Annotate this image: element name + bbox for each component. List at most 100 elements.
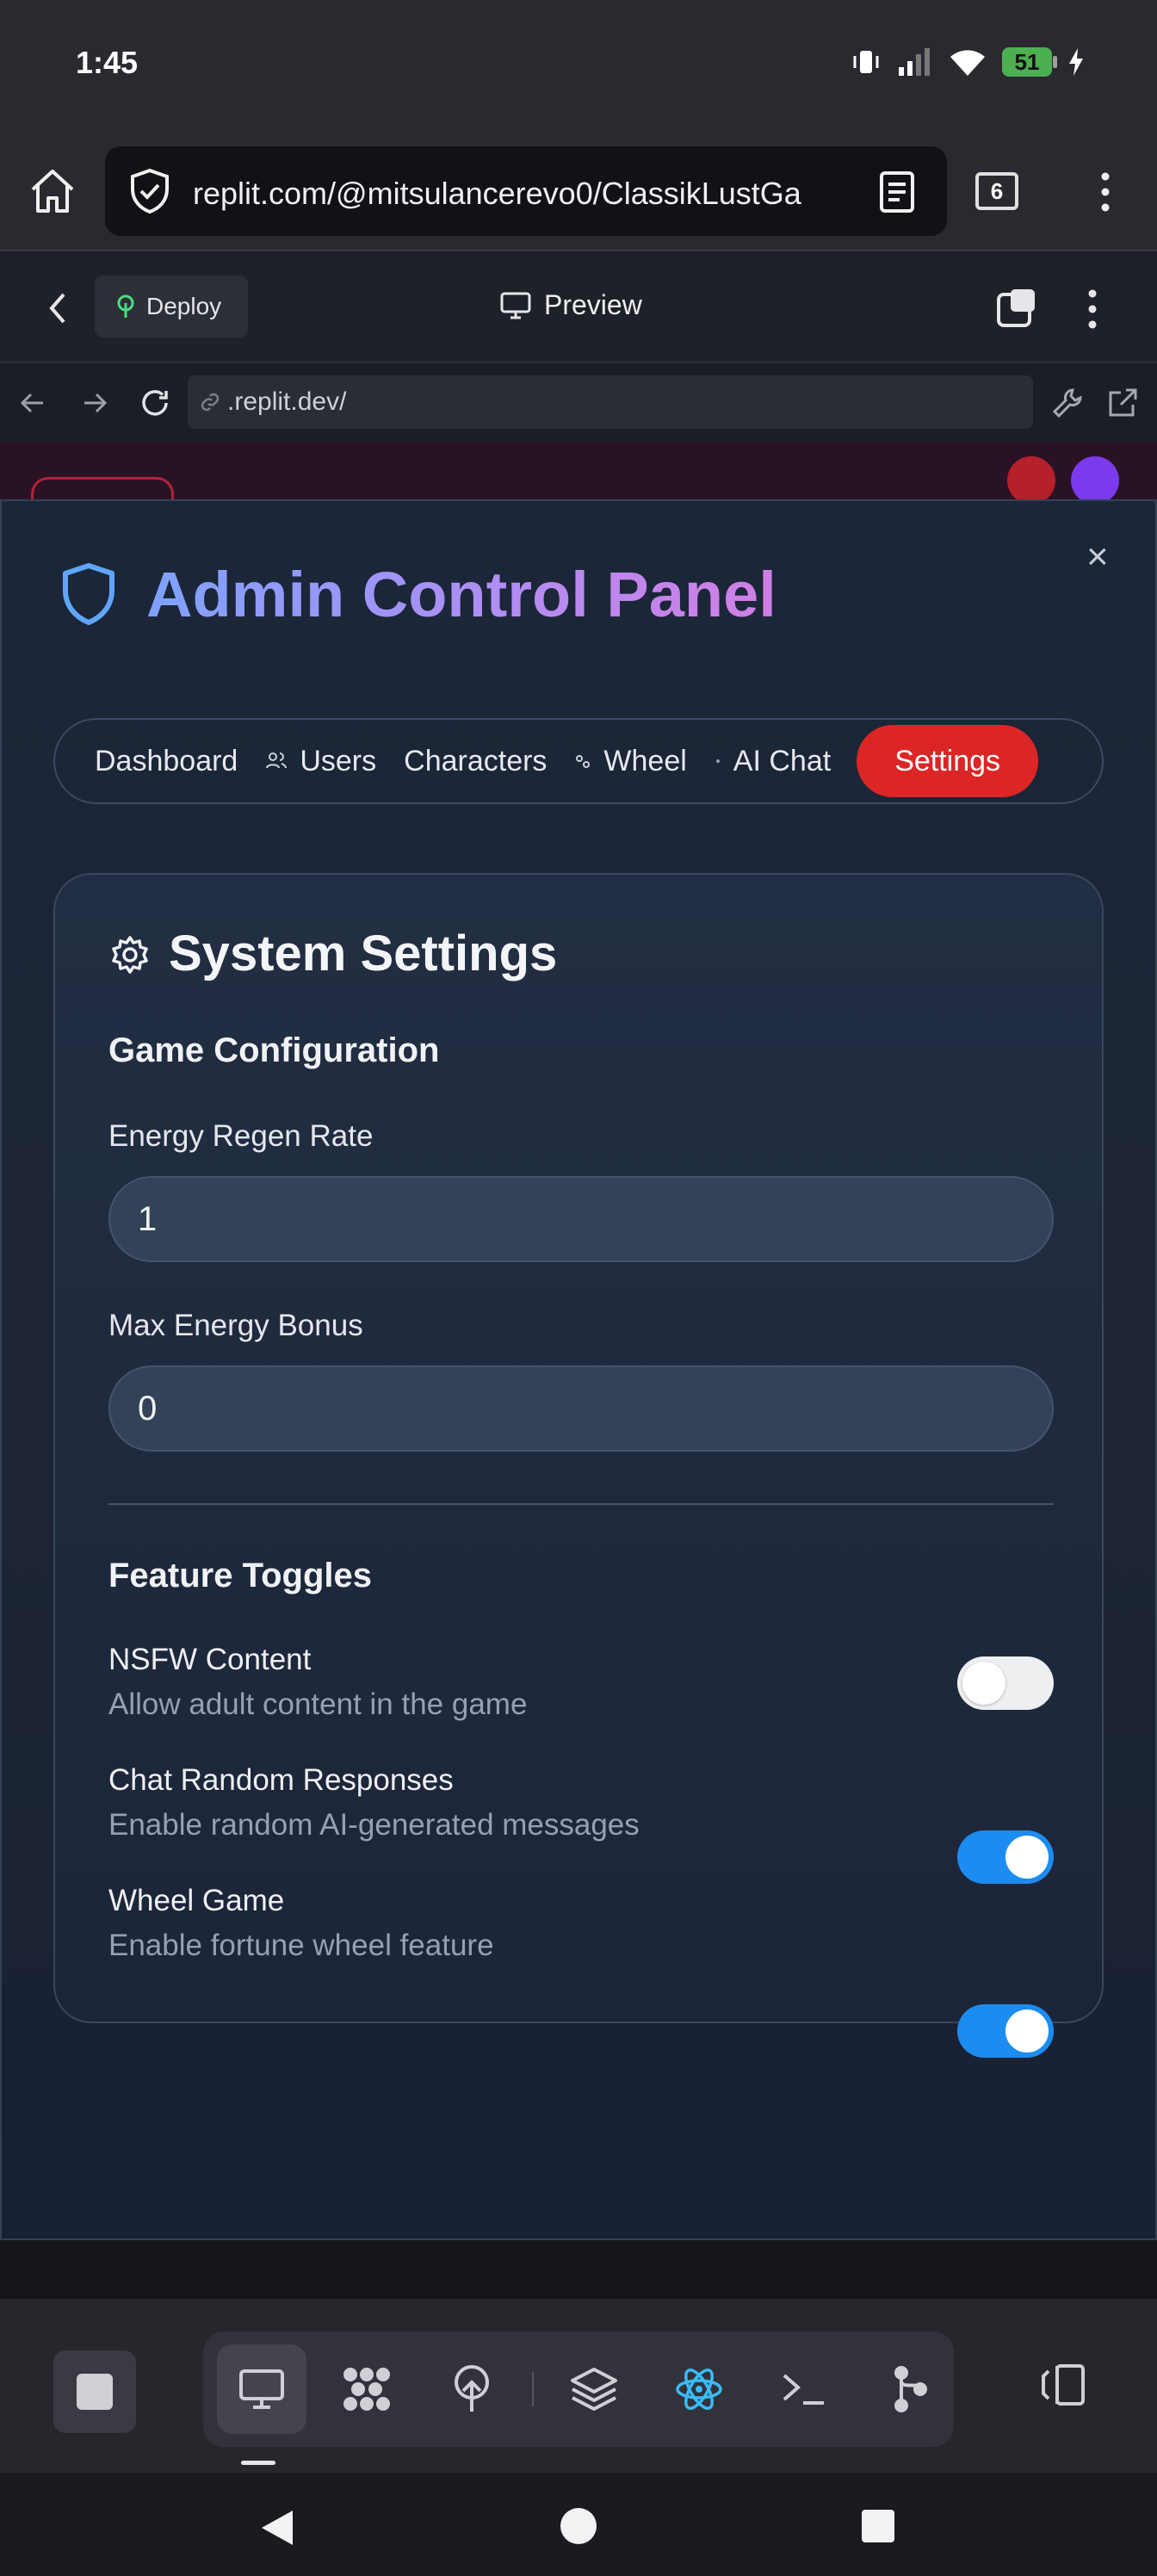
wrench-icon[interactable] [1050,386,1085,420]
game-bottom-nav-partial [0,2240,1157,2299]
preview-tool[interactable] [217,2344,306,2434]
stop-icon [77,2374,113,2410]
tab-settings[interactable]: Settings [857,725,1039,797]
deploy-icon [117,294,134,318]
section-divider [108,1503,1054,1505]
git-icon [894,2366,927,2412]
tab-characters-label: Characters [404,744,548,777]
clock: 1:45 [76,45,139,80]
energy-regen-input[interactable]: 1 [108,1176,1054,1262]
panels-icon[interactable] [1036,2359,1088,2411]
toggle-wheel-title: Wheel Game [108,1884,285,1917]
max-energy-input[interactable]: 0 [108,1365,1054,1452]
tab-users-label: Users [300,744,377,777]
home-icon[interactable] [28,167,77,215]
back-chevron-icon[interactable] [45,289,71,327]
layers-icon [571,2368,617,2411]
energy-regen-label: Energy Regen Rate [108,1119,374,1153]
agent-icon [343,2368,390,2411]
deploy-button[interactable]: Deploy [95,276,248,337]
tab-dashboard[interactable]: Dashboard [81,725,251,797]
vibrate-icon [853,51,879,73]
layers-tool[interactable] [549,2344,639,2434]
tab-characters[interactable]: Characters [390,725,560,797]
tab-settings-label: Settings [894,744,1001,777]
chat-random-toggle[interactable] [957,1830,1054,1884]
deploy-icon [455,2365,489,2412]
preview-url-bar[interactable]: .replit.dev/ [188,375,1033,429]
address-bar[interactable]: replit.com/@mitsulancerevo0/ClassikLustG… [105,146,947,236]
toggle-wheel-desc: Enable fortune wheel feature [108,1929,494,1962]
react-icon [676,2369,722,2410]
home-circle-icon[interactable] [560,2507,597,2545]
git-tool[interactable] [864,2344,954,2434]
react-tool[interactable] [654,2344,744,2434]
url-text[interactable]: replit.com/@mitsulancerevo0/ClassikLustG… [193,176,873,212]
terminal-icon [783,2374,824,2405]
arrow-right-icon[interactable] [79,387,110,418]
close-icon[interactable]: × [1086,536,1109,579]
tab-users[interactable]: Users [251,725,390,797]
toggle-nsfw-desc: Allow adult content in the game [108,1687,528,1721]
signal-icon [899,48,930,76]
users-icon [266,752,288,769]
toggle-chat-random-title: Chat Random Responses [108,1763,454,1797]
tool-divider [532,2372,534,2406]
tab-wheel[interactable]: Wheel [560,725,700,797]
deployments-tool[interactable] [427,2344,517,2434]
new-tab-icon[interactable] [995,286,1038,329]
settings-card: System Settings Game Configuration Energ… [53,873,1104,2058]
reload-icon[interactable] [138,386,172,420]
gear-icon [112,936,148,974]
admin-tabs: Dashboard Users Characters Wheel AI Chat… [53,718,1104,804]
modal-title: Admin Control Panel [146,559,776,630]
reader-mode-icon[interactable] [878,170,916,214]
nsfw-toggle[interactable] [957,1656,1054,1710]
preview-label: Preview [544,289,642,320]
toggle-knob [1005,1836,1049,1879]
game-config-heading: Game Configuration [108,1031,440,1069]
feature-toggles-heading: Feature Toggles [108,1557,372,1595]
preview-title[interactable]: Preview [499,289,642,321]
wheel-game-toggle[interactable] [957,2004,1054,2058]
shield-icon [63,563,114,625]
arrow-left-icon[interactable] [17,387,48,418]
chat-dot-icon [715,759,720,763]
tool-tray [203,2331,954,2447]
system-navbar [0,2473,1157,2576]
stop-button[interactable] [53,2350,136,2433]
toggle-nsfw-title: NSFW Content [108,1643,312,1676]
tab-switcher-button[interactable]: 6 [975,172,1018,210]
deploy-label: Deploy [146,293,222,319]
status-icons: 51 [851,46,1085,77]
preview-url[interactable]: .replit.dev/ [227,387,346,417]
active-tool-indicator [241,2461,275,2465]
more-menu-icon[interactable] [1092,170,1119,214]
agent-tool[interactable] [322,2344,411,2434]
tab-dashboard-label: Dashboard [95,744,238,777]
link-icon [201,393,220,412]
charging-icon [1069,48,1083,76]
game-background [0,443,1157,505]
game-avatar-purple [1071,456,1119,505]
tab-ai-chat-label: AI Chat [733,744,832,777]
toggle-chat-random-desc: Enable random AI-generated messages [108,1808,640,1842]
shell-tool[interactable] [759,2344,849,2434]
recents-icon[interactable] [861,2509,895,2543]
tab-ai-chat[interactable]: AI Chat [701,725,845,797]
max-energy-label: Max Energy Bonus [108,1309,363,1342]
game-avatar-red [1007,456,1055,505]
back-icon[interactable] [258,2507,296,2548]
settings-heading: System Settings [169,926,558,981]
toggle-knob [1005,2009,1049,2053]
external-link-icon[interactable] [1105,386,1140,420]
replit-more-icon[interactable] [1080,288,1105,331]
battery-icon: 51 [1002,47,1057,77]
tab-wheel-label: Wheel [603,744,687,777]
monitor-icon [239,2369,284,2409]
toggle-knob [962,1662,1005,1705]
monitor-icon [500,292,531,319]
status-bar: 1:45 51 [0,0,1157,129]
wifi-icon [950,50,985,76]
wheel-icon [576,755,591,768]
